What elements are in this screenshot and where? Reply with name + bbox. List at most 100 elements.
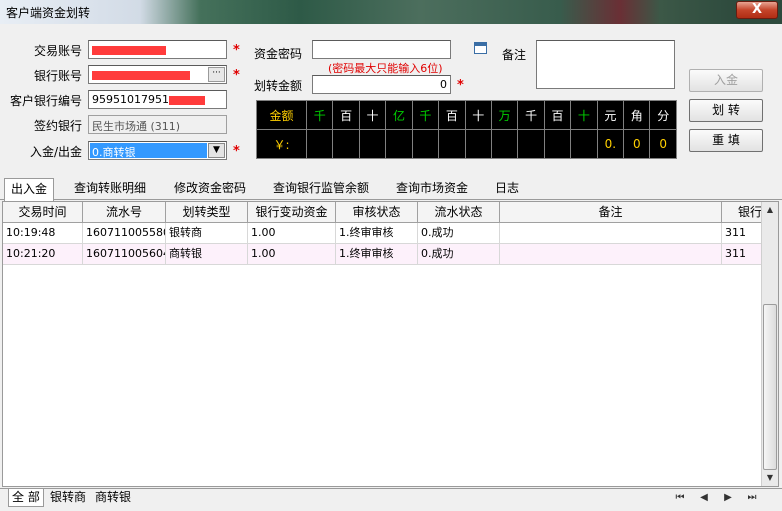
remark-textarea[interactable] (536, 40, 675, 89)
unit-cell: 百 (543, 100, 572, 130)
bank-account-input[interactable]: ··· (88, 65, 227, 84)
fund-password-label: 资金密码 (254, 47, 303, 61)
required-mark: * (457, 78, 464, 93)
value-cell: 0. (596, 129, 625, 159)
unit-cell: 十 (464, 100, 492, 130)
table-header: 交易时间 流水号 划转类型 银行变动资金 审核状态 流水状态 备注 银行 (3, 202, 763, 223)
tab-deposit-withdraw[interactable]: 出入金 (4, 178, 55, 201)
reset-button[interactable]: 重 填 (689, 129, 763, 152)
tab-log[interactable]: 日志 (489, 178, 525, 200)
required-mark: * (233, 144, 240, 159)
chevron-down-icon[interactable]: ▼ (208, 143, 225, 158)
deposit-button[interactable]: 入金 (689, 69, 763, 92)
cell-time: 10:19:48 (3, 223, 83, 244)
last-page-icon[interactable]: ⏭ (744, 491, 760, 505)
browse-button[interactable]: ··· (208, 67, 225, 82)
column-header[interactable]: 银行 (722, 202, 763, 223)
value-cell (570, 129, 598, 159)
cell-review-status: 1.终审审核 (336, 223, 418, 244)
bottom-tab-market-to-bank[interactable]: 商转银 (92, 489, 134, 507)
unit-cell: 元 (596, 100, 625, 130)
cell-bank: 311 (725, 226, 746, 239)
value-cell (490, 129, 519, 159)
unit-cell: 分 (649, 100, 677, 130)
amount-units-row: 金额 千 百 十 亿 千 百 十 万 千 百 十 元 角 分 (256, 100, 677, 130)
unit-cell: 十 (570, 100, 598, 130)
amount-header: 金额 (256, 100, 307, 130)
unit-cell: 百 (332, 100, 360, 130)
unit-cell: 角 (623, 100, 651, 130)
first-page-icon[interactable]: ⏮ (672, 491, 688, 505)
unit-cell: 万 (490, 100, 519, 130)
close-button[interactable]: X (736, 1, 778, 19)
tab-market-funds[interactable]: 查询市场资金 (390, 178, 474, 200)
column-header[interactable]: 备注 (500, 202, 722, 223)
unit-cell: 千 (411, 100, 440, 130)
tab-bar: 出入金 查询转账明细 修改资金密码 查询银行监管余额 查询市场资金 日志 (0, 178, 782, 201)
value-cell (305, 129, 334, 159)
cell-type: 商转银 (166, 244, 248, 265)
bottom-tab-bar: 全 部 银转商 商转银 ⏮ ◀ ▶ ⏭ (0, 488, 782, 511)
column-header[interactable]: 流水状态 (418, 202, 500, 223)
cell-amount: 1.00 (248, 244, 336, 265)
cell-time: 10:21:20 (3, 244, 83, 265)
trade-account-label: 交易账号 (33, 44, 82, 58)
value-cell: 0 (623, 129, 651, 159)
bottom-tab-bank-to-market[interactable]: 银转商 (47, 489, 89, 507)
table-row[interactable]: 10:19:48 160711005580 银转商 1.00 1.终审审核 0.… (3, 223, 763, 244)
transfer-amount-input[interactable]: 0 (312, 75, 451, 94)
table-row[interactable]: 10:21:20 160711005604 商转银 1.00 1.终审审核 0.… (3, 244, 763, 265)
tab-change-password[interactable]: 修改资金密码 (168, 178, 252, 200)
vertical-scrollbar[interactable]: ▲ ▼ (761, 202, 778, 486)
unit-cell: 十 (358, 100, 387, 130)
cell-review-status: 1.终审审核 (336, 244, 418, 265)
scroll-up-icon[interactable]: ▲ (762, 202, 778, 218)
value-cell (438, 129, 466, 159)
direction-selected: 0.商转银 (90, 143, 207, 159)
amount-display: 金额 千 百 十 亿 千 百 十 万 千 百 十 元 角 分 ￥: 0. 0 0 (256, 100, 677, 159)
direction-label: 入金/出金 (29, 145, 82, 159)
cell-remark (500, 244, 722, 265)
cell-amount: 1.00 (248, 223, 336, 244)
sign-bank-field: 民生市场通 (311) (88, 115, 227, 134)
next-page-icon[interactable]: ▶ (720, 491, 736, 505)
unit-cell: 百 (438, 100, 466, 130)
value-cell (358, 129, 387, 159)
tab-transfer-details[interactable]: 查询转账明细 (68, 178, 152, 200)
bottom-tab-all[interactable]: 全 部 (8, 489, 44, 507)
tab-bank-balance[interactable]: 查询银行监管余额 (267, 178, 375, 200)
currency-label: ￥: (256, 129, 307, 159)
remark-label: 备注 (501, 48, 526, 62)
cell-serial: 160711005604 (83, 244, 166, 265)
transfer-button[interactable]: 划 转 (689, 99, 763, 122)
trade-account-input[interactable] (88, 40, 227, 59)
value-cell (332, 129, 360, 159)
scroll-down-icon[interactable]: ▼ (762, 470, 778, 486)
prev-page-icon[interactable]: ◀ (696, 491, 712, 505)
transactions-table: 交易时间 流水号 划转类型 银行变动资金 审核状态 流水状态 备注 银行 10:… (2, 201, 779, 487)
cell-flow-status: 0.成功 (418, 223, 500, 244)
column-header[interactable]: 审核状态 (336, 202, 418, 223)
required-mark: * (233, 43, 240, 58)
redacted-value (92, 70, 190, 80)
redacted-value (168, 95, 205, 105)
sign-bank-label: 签约银行 (33, 119, 82, 133)
value-cell: 0 (649, 129, 677, 159)
redacted-value (92, 45, 166, 55)
value-cell (543, 129, 572, 159)
column-header[interactable]: 流水号 (83, 202, 166, 223)
scroll-thumb[interactable] (763, 304, 777, 470)
bank-account-label: 银行账号 (33, 69, 82, 83)
column-header[interactable]: 银行变动资金 (248, 202, 336, 223)
calendar-icon[interactable] (474, 42, 487, 54)
amount-values-row: ￥: 0. 0 0 (256, 129, 677, 159)
window-title: 客户端资金划转 (6, 6, 91, 20)
column-header[interactable]: 划转类型 (166, 202, 248, 223)
cell-type: 银转商 (166, 223, 248, 244)
fund-password-input[interactable] (312, 40, 451, 59)
value-cell (411, 129, 440, 159)
column-header[interactable]: 交易时间 (3, 202, 83, 223)
client-bank-no-input[interactable]: 95951017951 (88, 90, 227, 109)
cell-bank: 311 (725, 247, 746, 260)
direction-select[interactable]: 0.商转银 ▼ (88, 141, 227, 160)
